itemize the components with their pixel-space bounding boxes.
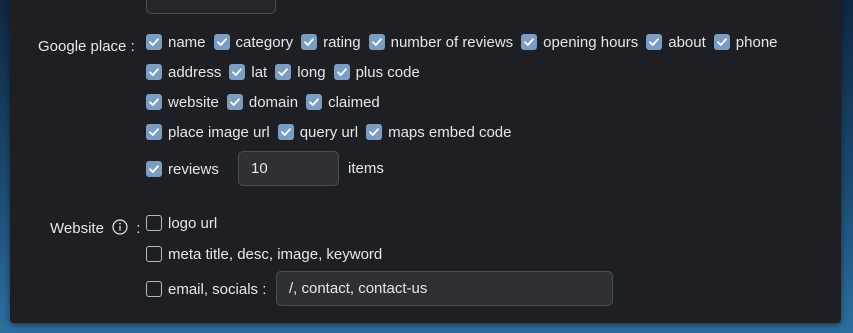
maps-embed-code-checkbox[interactable]: maps embed code bbox=[366, 124, 511, 141]
domain-checkbox[interactable]: domain bbox=[226, 93, 299, 111]
checkbox-checked-icon[interactable] bbox=[277, 124, 294, 140]
checkbox-checked-icon[interactable] bbox=[275, 64, 292, 80]
category-label: category bbox=[235, 33, 294, 51]
phone-checkbox[interactable]: phone bbox=[713, 33, 778, 51]
place-image-url-checkbox[interactable]: place image url bbox=[146, 124, 270, 141]
info-circle-icon[interactable] bbox=[112, 219, 128, 235]
query-url-label: query url bbox=[299, 123, 359, 141]
google-place-row-1: name category rating number of reviews openi… bbox=[146, 30, 786, 54]
maps-embed-code-label: maps embed code bbox=[388, 123, 512, 141]
phone-label: phone bbox=[735, 33, 778, 51]
checkbox-checked-icon[interactable] bbox=[146, 124, 162, 140]
checkbox-checked-icon[interactable] bbox=[368, 34, 385, 50]
opening-hours-checkbox[interactable]: opening hours bbox=[521, 34, 638, 51]
google-place-row-4: place image url query url maps embed code bbox=[146, 120, 519, 144]
email-socials-label: email, socials : bbox=[168, 280, 267, 298]
checkbox-checked-icon[interactable] bbox=[226, 94, 243, 110]
checkbox-checked-icon[interactable] bbox=[521, 34, 538, 50]
lat-label: lat bbox=[251, 63, 268, 81]
checkbox-checked-icon[interactable] bbox=[646, 34, 663, 50]
rating-label: rating bbox=[323, 33, 361, 51]
checkbox-checked-icon[interactable] bbox=[301, 34, 318, 50]
place-image-url-label: place image url bbox=[168, 123, 270, 141]
email-socials-paths-input[interactable] bbox=[276, 271, 613, 306]
checkbox-checked-icon[interactable] bbox=[146, 94, 162, 110]
checkbox-checked-icon[interactable] bbox=[229, 64, 246, 80]
name-label: name bbox=[168, 33, 206, 51]
checkbox-checked-icon[interactable] bbox=[146, 161, 162, 177]
address-label: address bbox=[168, 63, 222, 81]
logo-url-checkbox[interactable]: logo url bbox=[146, 215, 217, 232]
website-label-group: Website : bbox=[50, 219, 140, 237]
reviews-label: reviews bbox=[168, 160, 219, 178]
long-label: long bbox=[297, 63, 326, 81]
domain-label: domain bbox=[248, 93, 299, 111]
claimed-checkbox[interactable]: claimed bbox=[306, 94, 380, 111]
rating-checkbox[interactable]: rating bbox=[301, 34, 361, 51]
checkbox-unchecked-icon[interactable] bbox=[146, 246, 162, 262]
long-checkbox[interactable]: long bbox=[275, 63, 326, 81]
website-colon: : bbox=[136, 220, 141, 237]
query-url-checkbox[interactable]: query url bbox=[277, 123, 359, 141]
meta-row: meta title, desc, image, keyword bbox=[146, 242, 390, 266]
logo-url-row: logo url bbox=[146, 211, 225, 235]
email-socials-checkbox[interactable]: email, socials : bbox=[146, 281, 266, 298]
plus-code-label: plus code bbox=[355, 63, 420, 81]
website-checkbox[interactable]: website bbox=[146, 94, 219, 111]
plus-code-checkbox[interactable]: plus code bbox=[333, 63, 420, 81]
scrape-options-panel: Google place : name category rating number … bbox=[10, 0, 841, 323]
checkbox-checked-icon[interactable] bbox=[306, 94, 323, 110]
checkbox-checked-icon[interactable] bbox=[713, 34, 730, 50]
number-of-reviews-label: number of reviews bbox=[390, 33, 514, 51]
checkbox-checked-icon[interactable] bbox=[333, 64, 350, 80]
claimed-label: claimed bbox=[328, 93, 380, 111]
checkbox-checked-icon[interactable] bbox=[146, 34, 162, 50]
checkbox-checked-icon[interactable] bbox=[146, 64, 162, 80]
email-socials-row: email, socials : bbox=[146, 277, 274, 301]
website-label: Website bbox=[50, 220, 104, 237]
lat-checkbox[interactable]: lat bbox=[229, 64, 267, 81]
reviews-unit-label: items bbox=[348, 160, 384, 177]
google-place-label: Google place : bbox=[38, 38, 135, 55]
meta-checkbox[interactable]: meta title, desc, image, keyword bbox=[146, 246, 382, 263]
google-place-row-3: website domain claimed bbox=[146, 90, 388, 114]
reviews-row: reviews bbox=[146, 157, 227, 181]
google-place-row-2: address lat long plus code bbox=[146, 60, 428, 84]
logo-url-label: logo url bbox=[168, 214, 218, 232]
checkbox-unchecked-icon[interactable] bbox=[146, 281, 162, 297]
number-of-reviews-checkbox[interactable]: number of reviews bbox=[368, 33, 514, 51]
opening-hours-label: opening hours bbox=[543, 33, 639, 51]
reviews-checkbox[interactable]: reviews bbox=[146, 161, 219, 178]
checkbox-checked-icon[interactable] bbox=[213, 34, 230, 50]
about-checkbox[interactable]: about bbox=[646, 34, 706, 51]
checkbox-unchecked-icon[interactable] bbox=[146, 215, 162, 231]
reviews-count-input[interactable] bbox=[238, 151, 339, 186]
meta-label: meta title, desc, image, keyword bbox=[168, 245, 383, 263]
checkbox-checked-icon[interactable] bbox=[366, 124, 383, 140]
previous-input-field[interactable] bbox=[146, 0, 276, 14]
website-label: website bbox=[168, 93, 219, 111]
about-label: about bbox=[668, 33, 706, 51]
address-checkbox[interactable]: address bbox=[146, 64, 221, 81]
category-checkbox[interactable]: category bbox=[213, 33, 294, 51]
name-checkbox[interactable]: name bbox=[146, 34, 206, 51]
